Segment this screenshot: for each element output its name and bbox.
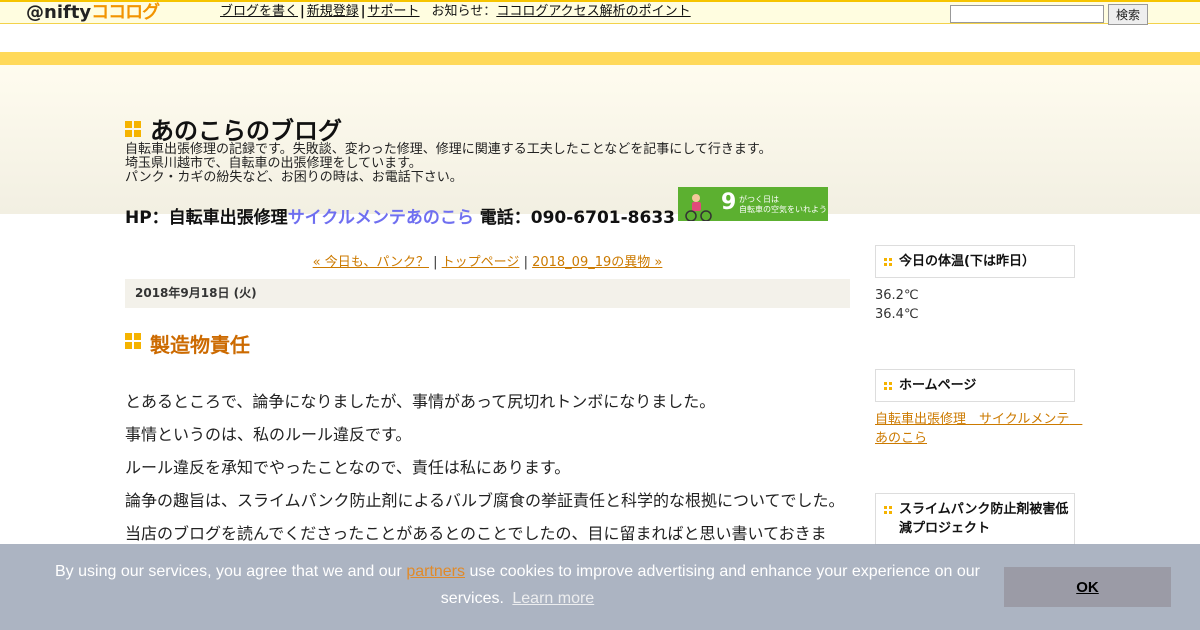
entry-date: 2018年9月18日 (火) <box>125 279 850 308</box>
banner-text: がつく日は 自転車の空気をいれよう! <box>739 195 828 215</box>
next-entry-link[interactable]: 2018_09_19の異物 » <box>532 255 662 270</box>
sidebar-home-link[interactable]: 自転車出張修理 サイクルメンテ あのこら <box>875 412 1082 446</box>
cookie-partners-link[interactable]: partners <box>406 563 465 580</box>
cookie-message: By using our services, you agree that we… <box>40 558 995 612</box>
nav-support[interactable]: サポート <box>368 4 420 19</box>
search-button[interactable]: 検索 <box>1108 4 1148 25</box>
logo-prefix: @nifty <box>26 2 92 23</box>
temp-value: 36.2℃ <box>875 288 919 303</box>
sidebar-home-box: ホームページ <box>875 369 1075 402</box>
notice-link[interactable]: ココログアクセス解析のポイント <box>496 4 690 19</box>
description-line: 埼玉県川越市で、自転車の出張修理をしています。 <box>125 156 422 171</box>
sidebar-home-title: ホームページ <box>876 370 1074 401</box>
sidebar-home-content: 自転車出張修理 サイクルメンテ あのこら <box>875 410 1082 448</box>
body-paragraph: 論争の趣旨は、スライムパンク防止剤によるバルブ腐食の挙証責任と科学的な根拠につい… <box>125 491 845 510</box>
notice-label: お知らせ <box>431 4 484 19</box>
entry-title[interactable]: 製造物責任 <box>150 329 250 358</box>
top-page-link[interactable]: トップページ <box>442 255 520 270</box>
sidebar-squares-icon <box>884 258 892 266</box>
cookie-ok-button[interactable]: OK <box>1004 567 1171 607</box>
body-paragraph: 事情というのは、私のルール違反です。 <box>125 425 412 444</box>
nav-separator: | <box>433 255 438 270</box>
sidebar-project-title-text: スライムパンク防止剤被害低減プロジェクト <box>899 502 1069 536</box>
sidebar-squares-icon <box>884 506 892 514</box>
cyclist-icon <box>685 194 712 221</box>
temp-value: 36.4℃ <box>875 307 919 322</box>
nav-register[interactable]: 新規登録 <box>307 4 359 19</box>
sidebar-temp-box: 今日の体温(下は昨日） <box>875 245 1075 278</box>
banner-line: がつく日は <box>739 195 779 204</box>
body-paragraph: とあるところで、論争になりましたが、事情があって尻切れトンボになりました。 <box>125 392 716 411</box>
cookie-consent-bar: By using our services, you agree that we… <box>0 544 1200 630</box>
sidebar-temp-title: 今日の体温(下は昨日） <box>876 246 1074 277</box>
search-input[interactable] <box>950 5 1104 23</box>
nifty-cocolog-logo[interactable]: @niftyココログ <box>26 2 160 24</box>
air-day-banner[interactable]: 9 がつく日は 自転車の空気をいれよう! <box>678 187 828 221</box>
sidebar-squares-icon <box>884 382 892 390</box>
nav-write-blog[interactable]: ブログを書く <box>220 4 298 19</box>
nav-separator: | <box>300 4 305 19</box>
notice-colon: ： <box>483 4 497 19</box>
header-yellow-band <box>0 52 1200 65</box>
sidebar-temp-values: 36.2℃ 36.4℃ <box>875 286 1075 324</box>
nifty-topbar: @niftyココログ ブログを書く | 新規登録 | サポート お知らせ：ココログアクセス… <box>0 0 1200 25</box>
body-paragraph: ルール違反を承知でやったことなので、責任は私にあります。 <box>125 458 571 477</box>
cookie-learn-more-link[interactable]: Learn more <box>512 590 594 607</box>
phone-number: 電話：090-6701-8633 <box>479 208 675 228</box>
prev-entry-link[interactable]: « 今日も、パンク？ <box>313 255 429 270</box>
entry-navigation: « 今日も、パンク？ | トップページ | 2018_09_19の異物 » <box>125 251 850 270</box>
banner-number: 9 <box>721 190 737 215</box>
top-nav: ブログを書く | 新規登録 | サポート お知らせ：ココログアクセス解析のポイント <box>220 2 691 24</box>
nav-separator: | <box>360 4 366 19</box>
hp-prefix: HP：自転車出張修理 <box>125 208 288 228</box>
entry-body: とあるところで、論争になりましたが、事情があって尻切れトンボになりました。 事情… <box>125 385 850 550</box>
description-line: パンク・カギの紛失など、お困りの時は、お電話下さい。 <box>125 170 463 185</box>
title-squares-icon <box>125 121 141 137</box>
sidebar-project-box: スライムパンク防止剤被害低減プロジェクト <box>875 493 1075 545</box>
logo-brand: ココログ <box>91 2 160 23</box>
sidebar-temp-title-text: 今日の体温(下は昨日） <box>899 254 1035 269</box>
entry-title-squares-icon <box>125 333 141 349</box>
hp-link[interactable]: サイクルメンテあのこら <box>288 208 474 228</box>
sidebar-project-title: スライムパンク防止剤被害低減プロジェクト <box>876 494 1074 544</box>
nav-separator: | <box>523 255 528 270</box>
sidebar-home-title-text: ホームページ <box>899 378 977 393</box>
blog-description: 自転車出張修理の記録です。失敗談、変わった修理、修理に関連する工夫したことなどを… <box>125 143 772 185</box>
hp-phone-line: HP：自転車出張修理サイクルメンテあのこら 電話：090-6701-8633 <box>125 203 675 228</box>
description-line: 自転車出張修理の記録です。失敗談、変わった修理、修理に関連する工夫したことなどを… <box>125 142 772 157</box>
blog-title[interactable]: あのこらのブログ <box>150 111 342 146</box>
banner-line: 自転車の空気をいれよう! <box>739 205 828 214</box>
cookie-text-before: By using our services, you agree that we… <box>55 563 407 580</box>
